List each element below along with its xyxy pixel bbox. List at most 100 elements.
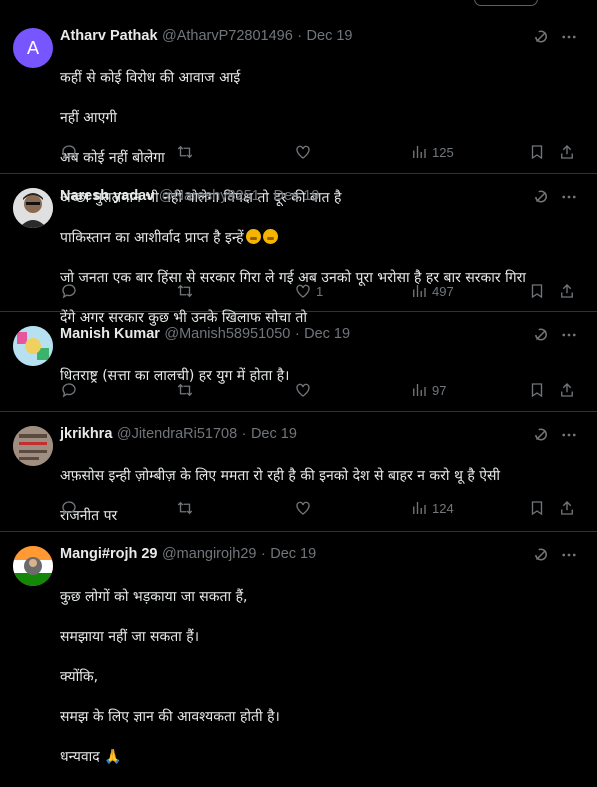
views-icon: [413, 502, 426, 514]
bookmark-button[interactable]: [528, 380, 546, 400]
author-name[interactable]: Naresh yadav: [60, 188, 154, 204]
retweet-icon: [177, 145, 193, 159]
grok-icon[interactable]: [532, 426, 550, 444]
share-button[interactable]: [558, 498, 576, 518]
tweet-date[interactable]: Dec 19: [307, 28, 353, 44]
view-count: 125: [432, 144, 454, 160]
avatar[interactable]: [13, 188, 53, 228]
author-name[interactable]: Manish Kumar: [60, 326, 160, 342]
bookmark-icon: [531, 284, 543, 299]
tweet[interactable]: Manish Kumar @Manish58951050 · Dec 19 धि…: [0, 312, 597, 412]
tweet-header: Manish Kumar @Manish58951050 · Dec 19: [60, 325, 350, 343]
more-icon[interactable]: [560, 426, 578, 444]
tweet-date[interactable]: Dec 19: [274, 188, 320, 204]
more-icon[interactable]: [560, 188, 578, 206]
tweet[interactable]: A Atharv Pathak @AtharvP72801496 · Dec 1…: [0, 0, 597, 206]
tweet-header: jkrikhra @JitendraRi51708 · Dec 19: [60, 425, 297, 443]
bookmark-button[interactable]: [528, 498, 546, 518]
avatar-photo: [13, 188, 53, 228]
reply-button[interactable]: [60, 498, 78, 518]
like-button[interactable]: [294, 380, 316, 400]
tweet-line: कहीं से कोई विरोध की आवाज आई: [60, 70, 241, 86]
share-button[interactable]: [558, 142, 576, 162]
tweet[interactable]: jkrikhra @JitendraRi51708 · Dec 19 अफ़सो…: [0, 412, 597, 532]
retweet-button[interactable]: [176, 142, 194, 162]
tweet-line: नहीं आएगी: [60, 110, 117, 126]
like-button[interactable]: [294, 142, 316, 162]
author-name[interactable]: Mangi#rojh 29: [60, 546, 158, 562]
view-count: 97: [432, 382, 447, 398]
grok-icon[interactable]: [532, 546, 550, 564]
tweet-date[interactable]: Dec 19: [251, 426, 297, 442]
share-icon: [561, 501, 573, 515]
retweet-button[interactable]: [176, 281, 194, 301]
dot-separator: ·: [294, 326, 300, 342]
tweet-date[interactable]: Dec 19: [270, 546, 316, 562]
avatar[interactable]: [13, 426, 53, 466]
reply-button[interactable]: [60, 142, 78, 162]
retweet-icon: [177, 284, 193, 298]
tweet-line-text: पाकिस्तान का आशीर्वाद प्राप्त है इन्हें: [60, 230, 244, 246]
shushing-face-emoji: [245, 229, 261, 244]
share-icon: [561, 284, 573, 298]
views-button[interactable]: 497: [410, 281, 454, 301]
action-bar: 97: [60, 380, 580, 400]
tweet-header: Naresh yadav @Nareshy8251 · Dec 19: [60, 187, 319, 205]
tweet-line: पाकिस्तान का आशीर्वाद प्राप्त है इन्हें: [60, 228, 580, 248]
grok-icon[interactable]: [532, 326, 550, 344]
like-icon: [296, 501, 310, 515]
author-handle[interactable]: @JitendraRi51708: [117, 426, 237, 442]
shushing-face-emoji: [262, 229, 278, 244]
share-button[interactable]: [558, 281, 576, 301]
bookmark-icon: [531, 501, 543, 516]
share-button[interactable]: [558, 380, 576, 400]
avatar[interactable]: A: [13, 28, 53, 68]
like-button[interactable]: [294, 498, 316, 518]
share-icon: [561, 383, 573, 397]
tweet[interactable]: Naresh yadav @Nareshy8251 · Dec 19 पाकिस…: [0, 174, 597, 326]
like-icon: [296, 383, 310, 397]
tweet-line: कुछ लोगों को भड़काया जा सकता हैं,: [60, 589, 248, 605]
avatar[interactable]: [13, 546, 53, 586]
tweet[interactable]: Mangi#rojh 29 @mangirojh29 · Dec 19 कुछ …: [0, 532, 597, 765]
author-handle[interactable]: @AtharvP72801496: [162, 28, 293, 44]
reply-button[interactable]: [60, 380, 78, 400]
tweet-line: अफ़सोस इन्ही ज़ोम्बीज़ के लिए ममता रो रह…: [60, 468, 501, 484]
view-count: 124: [432, 500, 454, 516]
more-icon[interactable]: [560, 546, 578, 564]
retweet-icon: [177, 501, 193, 515]
more-icon[interactable]: [560, 28, 578, 46]
tweet-line: समझाया नहीं जा सकता हैं।: [60, 629, 199, 645]
views-button[interactable]: 125: [410, 142, 454, 162]
views-button[interactable]: 97: [410, 380, 446, 400]
author-handle[interactable]: @mangirojh29: [162, 546, 257, 562]
tweet-date[interactable]: Dec 19: [304, 326, 350, 342]
retweet-button[interactable]: [176, 380, 194, 400]
tweet-text: कुछ लोगों को भड़काया जा सकता हैं, समझाया…: [60, 567, 580, 787]
grok-icon[interactable]: [532, 188, 550, 206]
retweet-button[interactable]: [176, 498, 194, 518]
dot-separator: ·: [241, 426, 247, 442]
tweet-text: अफ़सोस इन्ही ज़ोम्बीज़ के लिए ममता रो रह…: [60, 446, 580, 546]
avatar[interactable]: [13, 326, 53, 366]
views-button[interactable]: 124: [410, 498, 454, 518]
avatar-photo: [13, 326, 53, 366]
reply-button[interactable]: [60, 281, 78, 301]
grok-icon[interactable]: [532, 28, 550, 46]
reply-icon: [62, 383, 76, 398]
like-button[interactable]: 1: [294, 281, 323, 301]
author-handle[interactable]: @Nareshy8251: [159, 188, 260, 204]
reply-icon: [62, 501, 76, 516]
more-icon[interactable]: [560, 326, 578, 344]
view-count: 497: [432, 283, 454, 299]
reply-icon: [62, 284, 76, 299]
like-count: 1: [316, 283, 324, 299]
dot-separator: ·: [264, 188, 270, 204]
author-name[interactable]: Atharv Pathak: [60, 28, 158, 44]
bookmark-button[interactable]: [528, 281, 546, 301]
author-handle[interactable]: @Manish58951050: [164, 326, 290, 342]
bookmark-button[interactable]: [528, 142, 546, 162]
dot-separator: ·: [297, 28, 303, 44]
author-name[interactable]: jkrikhra: [60, 426, 112, 442]
tweet-header: Mangi#rojh 29 @mangirojh29 · Dec 19: [60, 545, 316, 563]
